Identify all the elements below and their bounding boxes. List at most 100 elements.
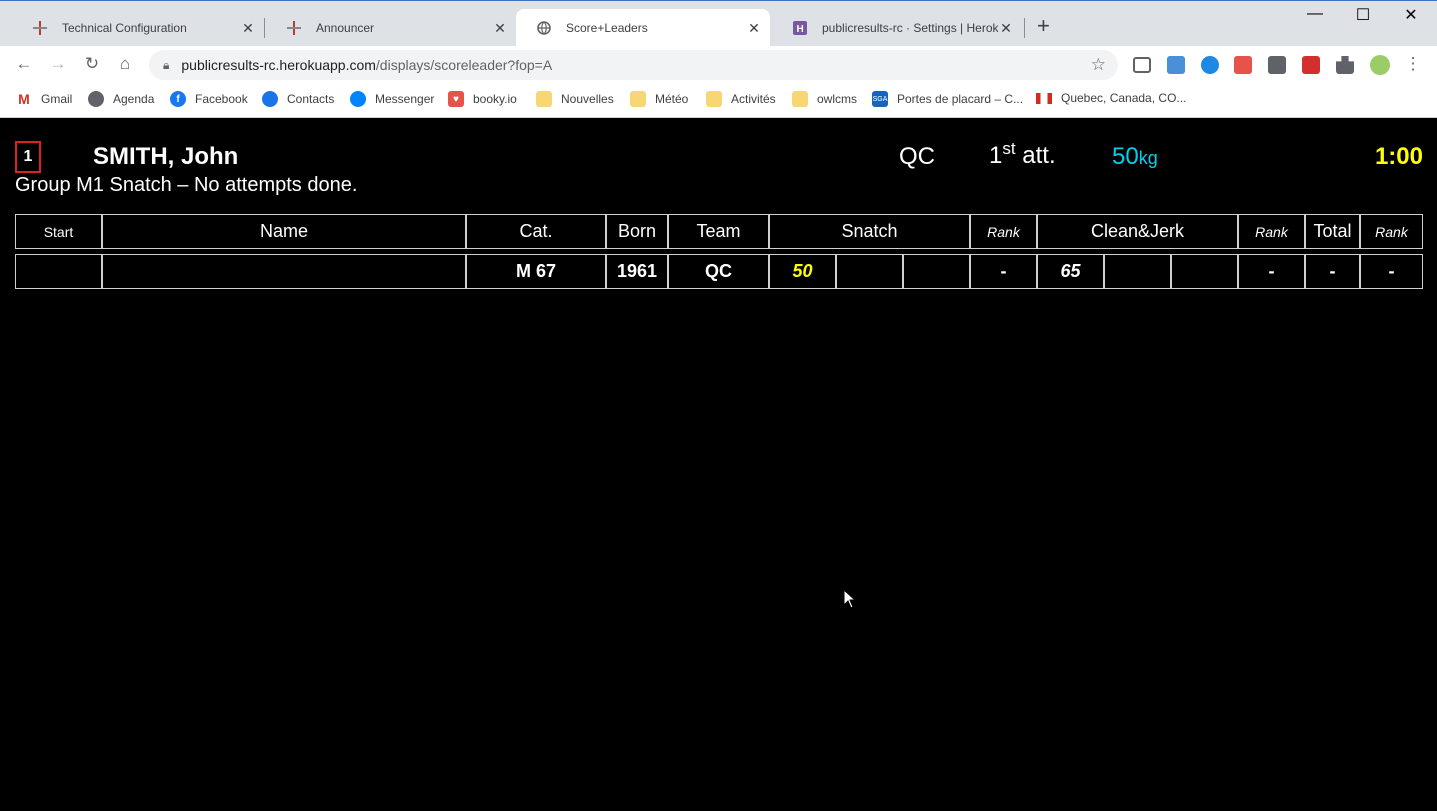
- extension-icon[interactable]: [1201, 56, 1219, 74]
- extension-icon[interactable]: [1268, 56, 1286, 74]
- forward-icon[interactable]: →: [47, 54, 69, 74]
- results-header-row: Start Name Cat. Born Team Snatch Rank Cl…: [15, 214, 1423, 249]
- cell-born: 1961: [606, 254, 668, 289]
- bookmark-contacts[interactable]: Contacts: [262, 91, 334, 107]
- menu-dots-icon[interactable]: ⋮: [1402, 54, 1424, 74]
- extension-icon[interactable]: [1302, 56, 1320, 74]
- tab-title: Score+Leaders: [566, 21, 648, 35]
- maximize-button[interactable]: ☐: [1340, 5, 1386, 25]
- requested-weight: 50kg: [1112, 143, 1158, 171]
- globe-icon: [88, 91, 104, 107]
- url-path: /displays/scoreleader?fop=A: [375, 57, 553, 73]
- bookmark-gmail[interactable]: M Gmail: [16, 91, 72, 107]
- folder-icon: [706, 91, 722, 107]
- back-icon[interactable]: ←: [13, 54, 35, 74]
- profile-avatar[interactable]: [1370, 55, 1390, 75]
- cell-cj-2: [1104, 254, 1171, 289]
- folder-icon: [630, 91, 646, 107]
- bookmark-folder-nouvelles[interactable]: Nouvelles: [536, 91, 614, 107]
- facebook-icon: f: [170, 91, 186, 107]
- tab-technical-configuration[interactable]: Technical Configuration ✕: [12, 9, 264, 47]
- current-athlete-name: SMITH, John: [93, 143, 239, 170]
- tab-strip: Technical Configuration ✕ Announcer ✕ Sc…: [0, 0, 1437, 47]
- globe-icon: [536, 20, 552, 36]
- header-cj-rank: Rank: [1238, 214, 1305, 249]
- owlcms-favicon-icon: [32, 20, 48, 36]
- booky-icon: ♥: [448, 91, 464, 107]
- header-clean-jerk: Clean&Jerk: [1037, 214, 1238, 249]
- current-athlete-team: QC: [899, 143, 935, 170]
- header-snatch-rank: Rank: [970, 214, 1037, 249]
- cell-total: -: [1305, 254, 1360, 289]
- header-start: Start: [15, 214, 102, 249]
- bookmark-portes-de-placard[interactable]: SGA Portes de placard – C...: [872, 91, 1023, 107]
- bookmark-folder-activites[interactable]: Activités: [706, 91, 776, 107]
- bookmark-messenger[interactable]: Messenger: [350, 91, 434, 107]
- extension-icon[interactable]: [1167, 56, 1185, 74]
- url-host: publicresults-rc.herokuapp.com: [181, 57, 376, 73]
- bookmark-agenda[interactable]: Agenda: [88, 91, 154, 107]
- header-name: Name: [102, 214, 466, 249]
- bookmark-star-icon[interactable]: ☆: [1091, 55, 1106, 75]
- svg-text:H: H: [797, 24, 804, 35]
- header-born: Born: [606, 214, 668, 249]
- cell-category: M 67: [466, 254, 606, 289]
- results-table: Start Name Cat. Born Team Snatch Rank Cl…: [15, 214, 1423, 289]
- close-tab-icon[interactable]: ✕: [240, 20, 256, 37]
- bookmark-label: Agenda: [113, 92, 155, 106]
- canada-flag-icon: [1036, 92, 1052, 104]
- tab-heroku-settings[interactable]: H publicresults-rc · Settings | Heroku ✕: [772, 9, 1022, 47]
- tab-separator: [264, 18, 265, 38]
- bookmark-booky[interactable]: ♥ booky.io: [448, 91, 517, 107]
- new-tab-button[interactable]: +: [1037, 15, 1050, 37]
- bookmark-label: Nouvelles: [561, 92, 614, 106]
- scoreboard-page: 1 SMITH, John QC 1st att. 50kg 1:00 Grou…: [0, 119, 1437, 811]
- close-tab-icon[interactable]: ✕: [492, 20, 508, 37]
- lock-icon: 🔒︎: [163, 57, 170, 72]
- bookmark-quebec-canada[interactable]: Quebec, Canada, CO...: [1036, 91, 1186, 105]
- heroku-icon: H: [792, 20, 808, 36]
- close-tab-icon[interactable]: ✕: [746, 20, 762, 37]
- attempt-number: 1: [989, 142, 1003, 169]
- close-window-button[interactable]: ✕: [1388, 5, 1434, 25]
- tab-score-leaders[interactable]: Score+Leaders ✕: [516, 9, 770, 47]
- contacts-icon: [262, 91, 278, 107]
- home-icon[interactable]: ⌂: [114, 54, 136, 74]
- minimize-button[interactable]: —: [1292, 5, 1338, 23]
- booky-extension-icon[interactable]: [1234, 56, 1252, 74]
- tab-announcer[interactable]: Announcer ✕: [266, 9, 516, 47]
- bookmark-folder-owlcms[interactable]: owlcms: [792, 91, 857, 107]
- bookmark-label: Quebec, Canada, CO...: [1061, 91, 1187, 105]
- bookmark-label: booky.io: [473, 92, 517, 106]
- cell-snatch-2: [836, 254, 903, 289]
- cell-snatch-rank: -: [970, 254, 1037, 289]
- group-status: Group M1 Snatch – No attempts done.: [15, 174, 358, 196]
- tab-title: Announcer: [316, 21, 375, 35]
- puzzle-extensions-icon[interactable]: [1336, 56, 1354, 74]
- bookmark-label: Gmail: [41, 92, 73, 106]
- attempt-label: att.: [1022, 142, 1056, 169]
- weight-value: 50: [1112, 143, 1139, 170]
- cell-snatch-3: [903, 254, 970, 289]
- reload-icon[interactable]: ↻: [81, 54, 103, 74]
- bookmark-label: Portes de placard – C...: [897, 92, 1024, 106]
- tab-title: publicresults-rc · Settings | Heroku: [822, 21, 998, 35]
- close-tab-icon[interactable]: ✕: [998, 20, 1014, 37]
- screenshot-extension-icon[interactable]: [1133, 57, 1151, 73]
- cell-cj-rank: -: [1238, 254, 1305, 289]
- cell-name: [102, 254, 466, 289]
- tab-title: Technical Configuration: [62, 21, 187, 35]
- bookmark-label: Activités: [731, 92, 776, 106]
- bookmark-folder-meteo[interactable]: Météo: [630, 91, 688, 107]
- owlcms-favicon-icon: [286, 20, 302, 36]
- cell-cj-1: 65: [1037, 254, 1104, 289]
- folder-icon: [792, 91, 808, 107]
- header-snatch: Snatch: [769, 214, 970, 249]
- url-text[interactable]: publicresults-rc.herokuapp.com/displays/…: [181, 57, 552, 73]
- address-bar[interactable]: 🔒︎ publicresults-rc.herokuapp.com/displa…: [149, 50, 1118, 80]
- tab-separator: [1024, 18, 1025, 38]
- sga-icon: SGA: [872, 91, 888, 107]
- header-total: Total: [1305, 214, 1360, 249]
- bookmark-facebook[interactable]: f Facebook: [170, 91, 248, 107]
- weight-unit: kg: [1138, 148, 1158, 168]
